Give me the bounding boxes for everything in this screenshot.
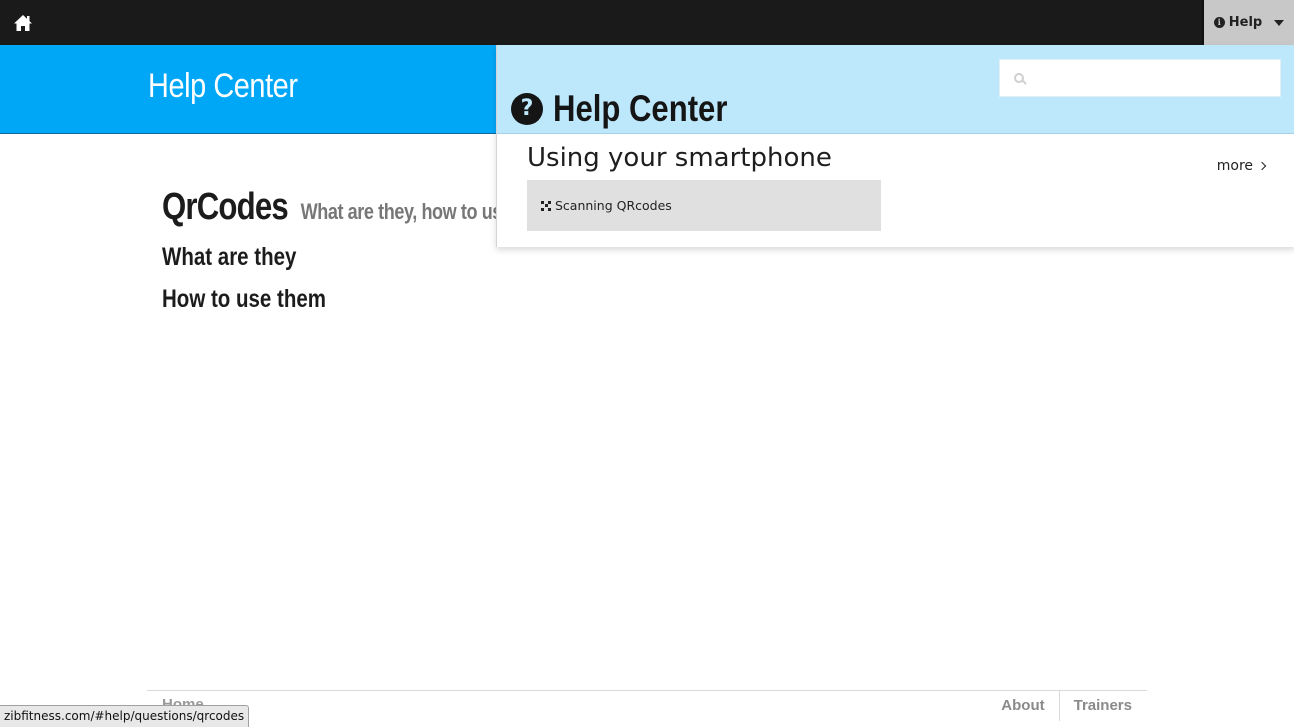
- footer-link-about[interactable]: About: [987, 691, 1058, 721]
- help-question-item[interactable]: Scanning QRcodes: [527, 180, 881, 231]
- help-panel-title-text: Help Center: [553, 88, 728, 129]
- footer-links: About Trainers: [987, 691, 1146, 721]
- page-title-text: QrCodes: [162, 186, 289, 228]
- help-search-box[interactable]: [999, 59, 1281, 97]
- qrcode-icon: [541, 200, 551, 211]
- more-link[interactable]: more: [1216, 158, 1267, 174]
- help-panel-header: ? Help Center: [497, 45, 1294, 134]
- browser-status-url: zibfitness.com/#help/questions/qrcodes: [0, 705, 250, 727]
- footer-link-trainers[interactable]: Trainers: [1060, 691, 1146, 721]
- info-icon: i: [1213, 17, 1225, 28]
- help-question-label: Scanning QRcodes: [555, 198, 672, 213]
- help-center-panel: ? Help Center Using your smartphone more…: [496, 45, 1294, 247]
- chevron-down-icon: [1274, 19, 1285, 26]
- home-icon[interactable]: [12, 12, 34, 34]
- help-search-input[interactable]: [1034, 69, 1278, 87]
- help-section-title: Using your smartphone: [527, 143, 832, 173]
- chevron-right-icon: [1257, 161, 1267, 171]
- search-icon: [1014, 73, 1024, 83]
- question-circle-icon: ?: [511, 93, 543, 125]
- section-heading-what: What are they: [162, 243, 297, 271]
- more-label: more: [1216, 158, 1253, 174]
- help-panel-title: ? Help Center: [511, 88, 761, 130]
- help-label: Help: [1228, 15, 1263, 30]
- top-navbar: i Help: [0, 0, 1294, 45]
- section-heading-how: How to use them: [162, 285, 327, 313]
- banner-title: Help Center: [148, 67, 298, 105]
- help-dropdown-button[interactable]: i Help: [1202, 0, 1294, 45]
